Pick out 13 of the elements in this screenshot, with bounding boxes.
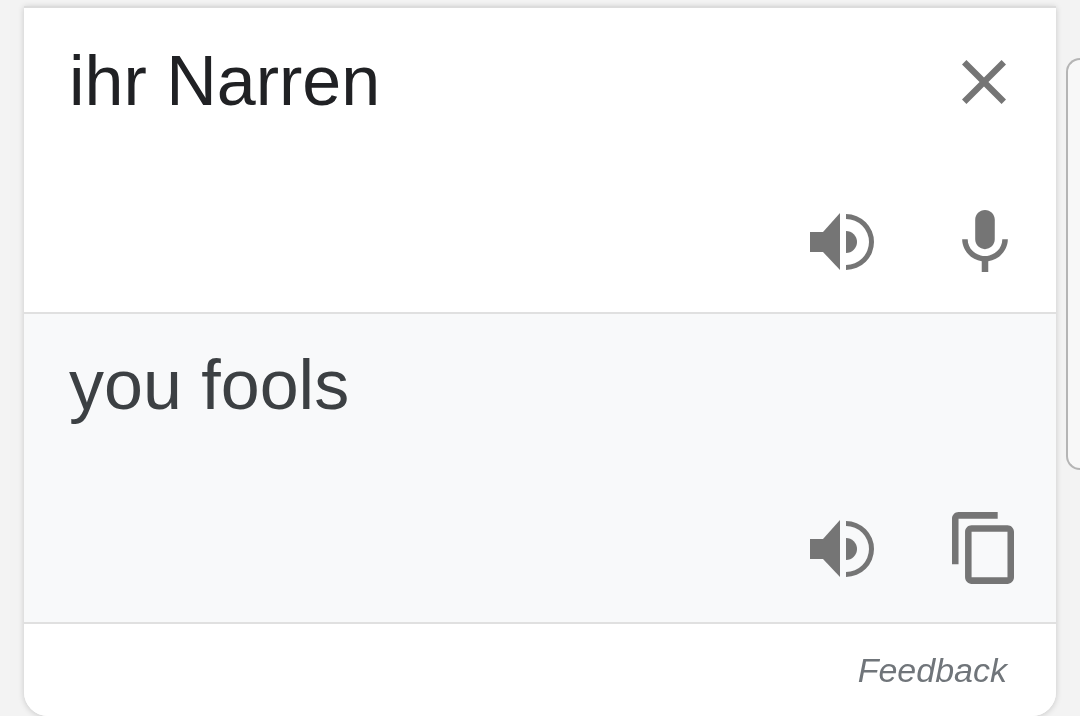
close-icon [962, 60, 1006, 104]
source-text: ihr Narren [69, 41, 381, 121]
listen-button[interactable] [810, 518, 874, 578]
speaker-icon [810, 518, 874, 578]
translation-text: you fools [69, 345, 350, 425]
copy-icon [952, 512, 1014, 584]
microphone-icon [962, 210, 1008, 272]
speaker-icon [810, 211, 874, 271]
listen-button[interactable] [810, 211, 874, 271]
close-button[interactable] [962, 60, 1006, 104]
feedback-link[interactable]: Feedback [857, 650, 1007, 690]
copy-button[interactable] [952, 512, 1014, 584]
voice-input-button[interactable] [962, 210, 1008, 272]
